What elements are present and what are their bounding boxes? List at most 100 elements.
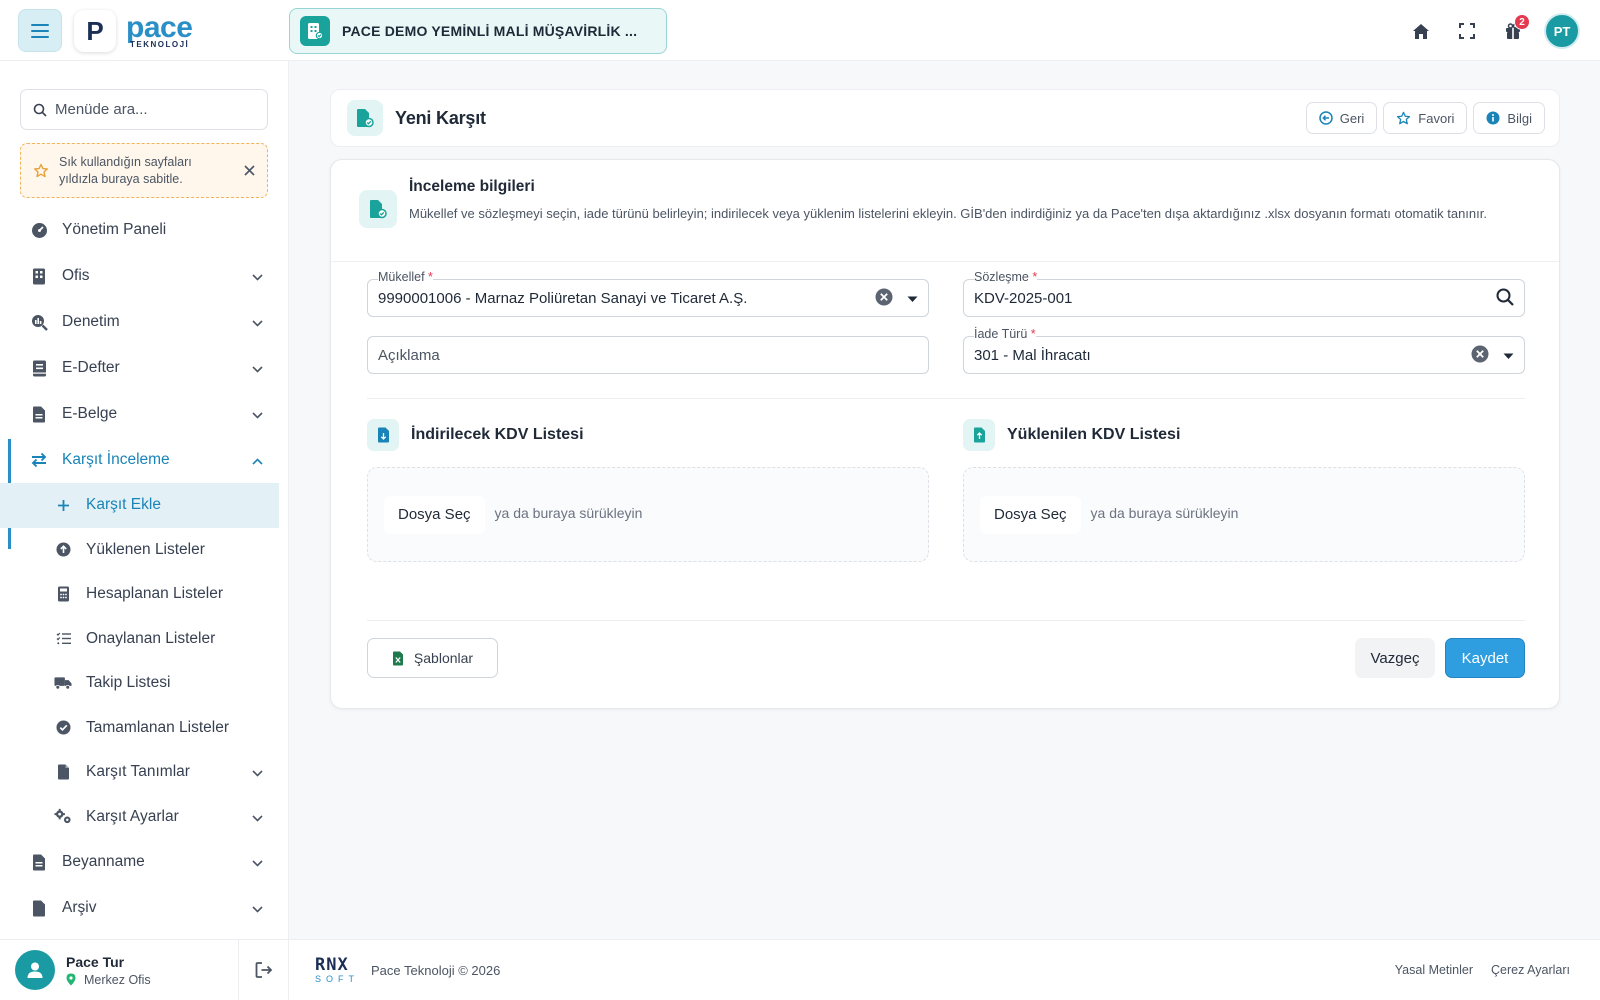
user-avatar[interactable]	[15, 950, 55, 990]
sidebar-item-office[interactable]: Ofis	[0, 253, 289, 299]
deductible-dropzone[interactable]: Dosya Seç ya da buraya sürükleyin	[367, 467, 929, 562]
location-pin-icon	[66, 973, 76, 986]
home-button[interactable]	[1398, 12, 1444, 50]
tip-close-button[interactable]	[244, 163, 255, 179]
search-icon	[33, 103, 47, 117]
check-circle-icon	[54, 719, 72, 737]
checklist-icon	[54, 630, 72, 648]
file-upload-icon	[963, 419, 995, 451]
chevron-down-icon	[252, 900, 263, 916]
sidebar-subitem-completed-lists[interactable]: Tamamlanan Listeler	[0, 706, 289, 751]
section-divider	[367, 398, 1525, 399]
logout-button[interactable]	[238, 940, 288, 1000]
sidebar-item-cross-review[interactable]: Karşıt İnceleme	[0, 437, 289, 483]
cancel-button[interactable]: Vazgeç	[1355, 638, 1435, 678]
refund-type-dropdown-button[interactable]	[1503, 347, 1514, 363]
sidebar-item-label: E-Belge	[62, 405, 118, 422]
sidebar-subitem-cross-definitions[interactable]: Karşıt Tanımlar	[0, 750, 289, 795]
page-header: Yeni Karşıt Geri Favori Bilgi	[330, 89, 1560, 147]
logo-subtitle: TEKNOLOJİ	[130, 40, 190, 49]
templates-button[interactable]: Şablonlar	[367, 638, 498, 678]
sidebar-subitem-cross-settings[interactable]: Karşıt Ayarlar	[0, 795, 289, 840]
loaded-drop-hint: ya da buraya sürükleyin	[1090, 504, 1239, 521]
company-selector[interactable]: PACE DEMO YEMİNLİ MALİ MÜŞAVİRLİK ...	[289, 8, 667, 54]
refund-type-select[interactable]: İade Türü * 301 - Mal İhracatı	[963, 327, 1525, 374]
star-icon	[34, 163, 48, 177]
sidebar-item-label: Onaylanan Listeler	[86, 629, 216, 647]
fullscreen-button[interactable]	[1444, 12, 1490, 50]
sidebar-subitem-approved-lists[interactable]: Onaylanan Listeler	[0, 617, 289, 662]
contract-field[interactable]: Sözleşme * KDV-2025-001	[963, 270, 1525, 317]
book-icon	[30, 359, 48, 377]
footer-divider	[367, 620, 1525, 621]
taxpayer-dropdown-button[interactable]	[907, 290, 918, 306]
sidebar-item-label: Karşıt Tanımlar	[86, 763, 190, 781]
building-icon	[30, 267, 48, 285]
page-title: Yeni Karşıt	[395, 107, 486, 128]
info-button[interactable]: Bilgi	[1473, 102, 1545, 134]
description-input[interactable]: Açıklama	[367, 336, 929, 374]
top-bar: P pace TEKNOLOJİ PACE DEMO YEMİNLİ MALİ …	[0, 0, 1600, 61]
deductible-drop-hint: ya da buraya sürükleyin	[494, 504, 643, 521]
sidebar-item-label: Tamamlanan Listeler	[86, 718, 230, 736]
deductible-choose-file-button[interactable]: Dosya Seç	[384, 495, 485, 534]
sidebar-item-dashboard[interactable]: Yönetim Paneli	[0, 207, 289, 253]
plus-icon	[54, 496, 72, 514]
save-button[interactable]: Kaydet	[1445, 638, 1525, 678]
sidebar-menu: Yönetim Paneli Ofis Denetim E-Defter E-B…	[0, 207, 289, 931]
review-info-card: İnceleme bilgileri Mükellef ve sözleşmey…	[330, 159, 1560, 709]
rnx-logo-word: RNX	[315, 954, 349, 975]
sidebar-subitem-calculated-lists[interactable]: Hesaplanan Listeler	[0, 572, 289, 617]
rnx-logo-subtitle: SOFT	[315, 973, 359, 984]
menu-search[interactable]	[20, 89, 268, 130]
arrow-left-circle-icon	[1318, 111, 1333, 125]
copyright-text: Pace Teknoloji © 2026	[371, 962, 501, 978]
gears-icon	[54, 808, 72, 826]
back-button[interactable]: Geri	[1305, 102, 1378, 134]
sidebar-item-label: Arşiv	[62, 899, 97, 916]
info-label: Bilgi	[1507, 110, 1532, 126]
sidebar-item-label: Karşıt Ayarlar	[86, 807, 179, 825]
cookie-settings-link[interactable]: Çerez Ayarları	[1491, 963, 1570, 977]
sidebar-item-e-document[interactable]: E-Belge	[0, 391, 289, 437]
building-icon	[300, 16, 330, 46]
sidebar-subitem-add-cross[interactable]: Karşıt Ekle	[0, 483, 279, 528]
legal-texts-link[interactable]: Yasal Metinler	[1395, 963, 1473, 977]
sidebar-subitem-uploaded-lists[interactable]: Yüklenen Listeler	[0, 528, 289, 573]
favorite-button[interactable]: Favori	[1383, 102, 1468, 134]
sidebar-item-label: Hesaplanan Listeler	[86, 585, 224, 603]
loaded-dropzone[interactable]: Dosya Seç ya da buraya sürükleyin	[963, 467, 1525, 562]
sidebar-item-declaration[interactable]: Beyanname	[0, 839, 289, 885]
refund-type-value: 301 - Mal İhracatı	[974, 346, 1091, 364]
sidebar-item-e-ledger[interactable]: E-Defter	[0, 345, 289, 391]
contract-label: Sözleşme *	[974, 270, 1038, 284]
sidebar-subitem-tracking-list[interactable]: Takip Listesi	[0, 661, 289, 706]
chevron-down-icon	[252, 854, 263, 870]
user-avatar-button[interactable]: PT	[1544, 13, 1580, 49]
favorite-label: Favori	[1418, 110, 1455, 126]
taxpayer-select[interactable]: Mükellef * 9990001006 - Marnaz Poliüreta…	[367, 270, 929, 317]
file-check-icon	[347, 100, 383, 136]
gift-button[interactable]: 2	[1490, 12, 1536, 50]
chevron-up-icon	[252, 452, 263, 468]
chevron-down-icon	[252, 360, 263, 376]
logo-word: pace	[126, 11, 193, 44]
sidebar-item-audit[interactable]: Denetim	[0, 299, 289, 345]
chevron-down-icon	[252, 406, 263, 422]
loaded-list-header: Yüklenilen KDV Listesi	[963, 419, 1180, 451]
loaded-choose-file-button[interactable]: Dosya Seç	[980, 495, 1081, 534]
sidebar-item-archive[interactable]: Arşiv	[0, 885, 289, 931]
exchange-icon	[30, 451, 48, 469]
clear-refund-type-button[interactable]	[1471, 345, 1489, 366]
user-office: Merkez Ofis	[84, 972, 151, 987]
page-footer: RNX SOFT Pace Teknoloji © 2026 Yasal Met…	[289, 939, 1600, 1000]
menu-search-input[interactable]	[55, 101, 255, 118]
document-icon	[30, 405, 48, 423]
menu-toggle-button[interactable]	[18, 9, 62, 52]
pace-logo[interactable]: P pace TEKNOLOJİ	[74, 10, 193, 52]
company-name: PACE DEMO YEMİNLİ MALİ MÜŞAVİRLİK ...	[342, 23, 638, 39]
clear-taxpayer-button[interactable]	[875, 288, 893, 309]
sidebar-item-label: Beyanname	[62, 853, 145, 870]
contract-search-button[interactable]	[1496, 288, 1514, 309]
chevron-down-icon	[252, 809, 263, 825]
